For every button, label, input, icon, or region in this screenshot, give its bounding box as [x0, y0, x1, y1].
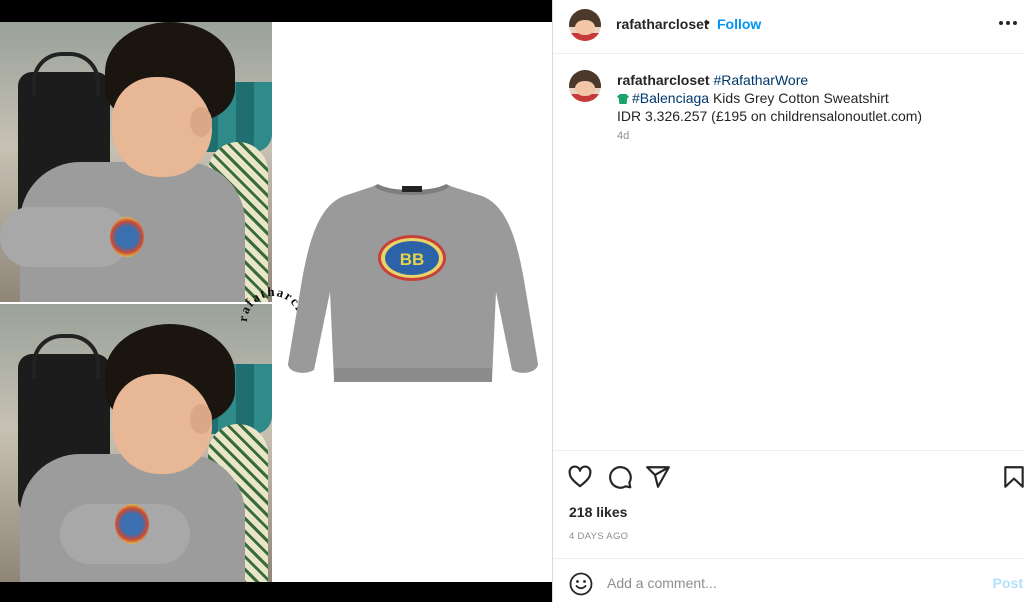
caption-time: 4d — [617, 130, 630, 142]
post-actions: 218 likes 4 DAYS AGO — [553, 450, 1024, 558]
post-header: rafatharcloset • Follow — [553, 0, 1024, 54]
caption-text: rafatharcloset #RafatharWore #Balenciaga… — [617, 71, 1007, 125]
post-comment-button[interactable]: Post — [993, 575, 1023, 591]
photo-bottom — [0, 304, 272, 582]
hashtag-link[interactable]: #RafatharWore — [713, 72, 808, 88]
post-date: 4 DAYS AGO — [569, 531, 629, 542]
product-name: Kids Grey Cotton Sweatshirt — [712, 90, 889, 106]
likes-count[interactable]: 218 likes — [569, 504, 627, 520]
post-media[interactable]: rafatharcloset BB — [0, 0, 552, 602]
product-logo-text: BB — [400, 250, 425, 269]
post-side-panel: rafatharcloset • Follow rafatharcloset #… — [552, 0, 1024, 602]
price-line: IDR 3.326.257 (£195 on childrensalonoutl… — [617, 108, 923, 124]
post-caption: rafatharcloset #RafatharWore #Balenciaga… — [553, 56, 1024, 448]
separator-dot: • — [705, 14, 710, 30]
media-canvas: rafatharcloset BB — [0, 22, 552, 582]
avatar[interactable] — [569, 9, 601, 41]
comment-input[interactable] — [607, 569, 967, 597]
header-username[interactable]: rafatharcloset — [616, 16, 709, 32]
brand-hashtag-link[interactable]: #Balenciaga — [632, 90, 709, 106]
share-send-icon[interactable] — [645, 464, 671, 490]
like-heart-icon[interactable] — [567, 464, 593, 490]
save-bookmark-icon[interactable] — [1001, 464, 1024, 490]
add-comment-bar: Post — [553, 558, 1024, 602]
follow-button[interactable]: Follow — [717, 16, 761, 32]
more-options-icon[interactable] — [997, 12, 1019, 34]
product-sweatshirt-image: BB — [288, 184, 538, 382]
tshirt-emoji-icon — [617, 94, 629, 104]
photo-top — [0, 22, 272, 302]
emoji-smiley-icon[interactable] — [569, 572, 593, 596]
caption-avatar[interactable] — [569, 70, 601, 102]
caption-username[interactable]: rafatharcloset — [617, 72, 710, 88]
comment-bubble-icon[interactable] — [607, 464, 633, 490]
